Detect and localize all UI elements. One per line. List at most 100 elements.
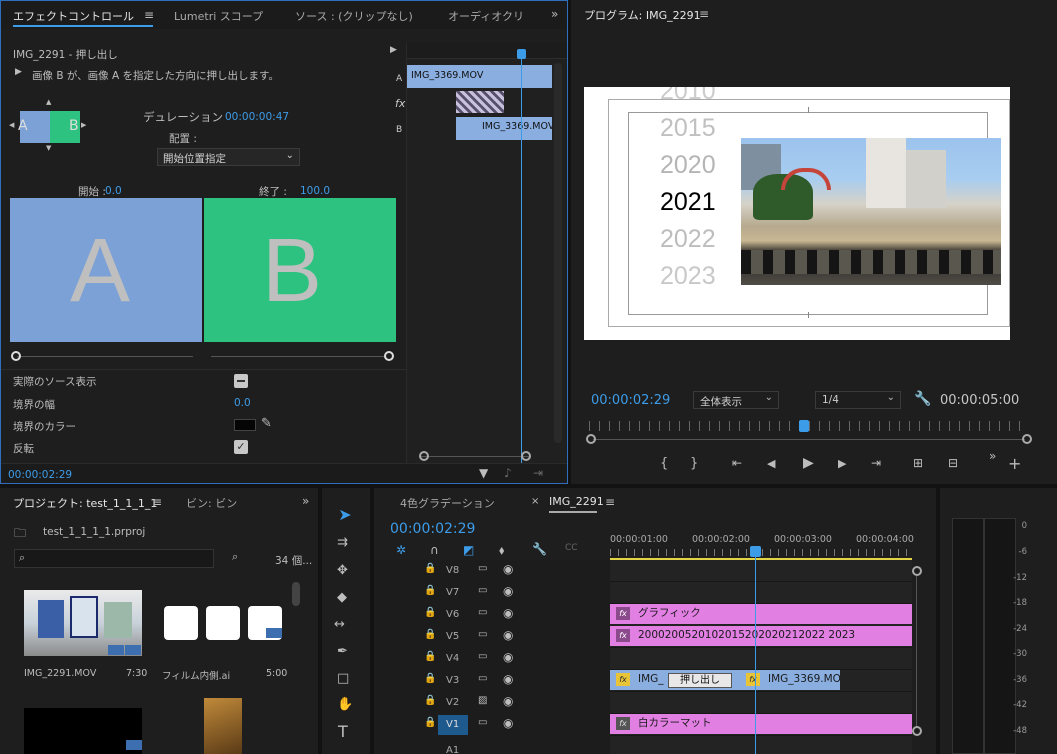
timeline-settings-icon[interactable]: 🔧 (532, 543, 547, 555)
lock-icon[interactable]: 🔒 (424, 586, 436, 596)
fit-dropdown[interactable]: 全体表示 ⌄ (693, 391, 779, 409)
start-slider-track[interactable] (17, 356, 193, 357)
project-scrollbar[interactable] (292, 582, 300, 606)
mark-in-icon[interactable]: { (660, 457, 668, 470)
eye-icon[interactable]: ◉ (503, 651, 513, 663)
tab-project[interactable]: プロジェクト: test_1_1_1_1 (13, 495, 157, 511)
mini-clip-a[interactable]: IMG_3369.MOV (407, 65, 552, 88)
mini-scrollbar[interactable] (554, 63, 562, 443)
wrench-icon[interactable]: 🔧 (914, 392, 931, 406)
mini-hscroll[interactable] (419, 456, 529, 457)
extract-icon[interactable]: ⊟ (948, 457, 958, 469)
end-slider-handle[interactable] (384, 351, 394, 361)
type-tool-icon[interactable]: T (338, 724, 348, 740)
mini-clip-b[interactable]: IMG_3369.MOV (456, 117, 552, 140)
thumb-black[interactable] (24, 708, 142, 754)
program-zoom-track[interactable] (593, 439, 1025, 440)
direction-right-arrow-icon[interactable]: ▶ (81, 122, 86, 129)
razor-icon[interactable]: ◆ (337, 591, 347, 604)
end-slider-track[interactable] (211, 356, 386, 357)
eye-icon[interactable]: ◉ (503, 629, 513, 641)
program-current-time[interactable]: 00:00:02:29 (591, 393, 670, 408)
mini-playhead[interactable] (521, 49, 522, 463)
lock-icon[interactable]: 🔒 (424, 652, 436, 662)
button-editor-icon[interactable]: + (1008, 456, 1021, 472)
direction-down-arrow-icon[interactable]: ▼ (46, 145, 51, 152)
eye-icon[interactable]: ◉ (503, 563, 513, 575)
close-tab-icon[interactable]: × (531, 497, 539, 507)
alignment-dropdown[interactable]: 開始位置指定 ⌄ (157, 148, 300, 166)
find-icon[interactable]: ⌕ (232, 551, 238, 562)
border-width-value[interactable]: 0.0 (234, 397, 251, 409)
lock-icon[interactable]: 🔒 (424, 718, 436, 728)
program-zoom-right[interactable] (1022, 434, 1032, 444)
sync-lock-icon[interactable]: ▭ (478, 652, 487, 662)
mark-out-icon[interactable]: } (690, 457, 698, 470)
eyedropper-icon[interactable]: ✎ (261, 417, 272, 430)
project-overflow-icon[interactable]: » (302, 495, 309, 507)
clip-graphic[interactable]: fx グラフィック (610, 604, 912, 624)
effect-timecode[interactable]: 00:00:02:29 (8, 469, 72, 481)
snap-icon[interactable]: ∩ (430, 544, 439, 556)
nest-icon[interactable]: ✲ (396, 544, 406, 556)
sync-lock-icon[interactable]: ▭ (478, 674, 487, 684)
audio-icon[interactable]: ♪ (504, 467, 512, 479)
sync-lock-icon[interactable]: ▭ (478, 718, 487, 728)
step-forward-icon[interactable]: ▶ (838, 458, 846, 469)
track-select-icon[interactable]: ⇉ (337, 536, 348, 549)
timeline-vscroll-top[interactable] (912, 566, 922, 576)
add-marker-icon[interactable]: ⬧ (499, 544, 504, 556)
thumb-photo[interactable] (204, 698, 242, 754)
mini-playhead-handle[interactable] (517, 49, 526, 59)
start-value[interactable]: 0.0 (105, 185, 122, 197)
eye-icon[interactable]: ◉ (503, 695, 513, 707)
sync-lock-icon[interactable]: ▭ (478, 586, 487, 596)
play-icon[interactable]: ▶ (803, 456, 814, 470)
timeline-timecode[interactable]: 00:00:02:29 (390, 521, 475, 537)
reverse-checkbox[interactable]: ✓ (234, 440, 248, 454)
lock-icon[interactable]: 🔒 (424, 608, 436, 618)
resolution-dropdown[interactable]: 1/4 ⌄ (815, 391, 901, 409)
timeline-playhead[interactable] (755, 552, 756, 754)
program-scrubber[interactable] (589, 421, 1029, 431)
go-to-out-icon[interactable]: ⇥ (871, 457, 881, 469)
border-color-swatch[interactable] (234, 419, 256, 431)
program-zoom-left[interactable] (586, 434, 596, 444)
lock-icon[interactable]: 🔒 (424, 564, 436, 574)
pen-icon[interactable]: ✒ (337, 645, 348, 658)
linked-selection-icon[interactable]: ◩ (463, 544, 474, 556)
start-slider-handle[interactable] (11, 351, 21, 361)
eye-icon[interactable]: ◉ (503, 607, 513, 619)
go-to-in-icon[interactable]: ⇤ (732, 457, 742, 469)
hand-icon[interactable]: ✋ (337, 698, 353, 711)
selection-tool[interactable]: ➤ (332, 505, 358, 529)
tab-4color-gradient[interactable]: 4色グラデーション (400, 495, 495, 511)
tabs-overflow-icon[interactable]: » (551, 8, 558, 20)
transition-thumbnail[interactable]: A B (18, 111, 80, 143)
lock-icon[interactable]: 🔒 (424, 696, 436, 706)
tab-source[interactable]: ソース : (クリップなし) (295, 8, 413, 24)
duration-value[interactable]: 00:00:00:47 (225, 111, 289, 123)
clip-years-text[interactable]: fx 2000200520102015202020212022 2023 (610, 626, 912, 646)
tab-audio-clip[interactable]: オーディオクリ (448, 8, 524, 24)
program-menu-icon[interactable]: ≡ (699, 8, 709, 20)
lock-icon[interactable]: 🔒 (424, 630, 436, 640)
expand-description-icon[interactable]: ▶ (15, 68, 22, 77)
ripple-edit-icon[interactable]: ✥ (337, 564, 348, 577)
mini-transition-clip[interactable] (456, 91, 504, 113)
timeline-playhead-handle[interactable] (750, 546, 761, 557)
timeline-menu-icon[interactable]: ≡ (605, 496, 615, 508)
project-menu-icon[interactable]: ≡ (152, 496, 162, 508)
clip-white-matte[interactable]: fx 白カラーマット (610, 714, 912, 734)
program-playhead[interactable] (799, 420, 809, 432)
captions-icon[interactable]: CC (565, 544, 578, 553)
tab-bin[interactable]: ビン: ビン (186, 495, 237, 511)
timeline-vscroll-track[interactable] (916, 576, 917, 726)
tab-img-2291[interactable]: IMG_2291 (549, 495, 604, 508)
mini-hscroll-left[interactable] (419, 451, 429, 461)
direction-up-arrow-icon[interactable]: ▲ (46, 99, 51, 106)
tab-lumetri-scopes[interactable]: Lumetri スコープ (174, 8, 263, 24)
track-area[interactable]: fx グラフィック fx 2000200520102015202020212022 … (610, 560, 912, 754)
program-title[interactable]: プログラム: IMG_2291 (584, 7, 701, 23)
direction-left-arrow-icon[interactable]: ◀ (9, 122, 14, 129)
